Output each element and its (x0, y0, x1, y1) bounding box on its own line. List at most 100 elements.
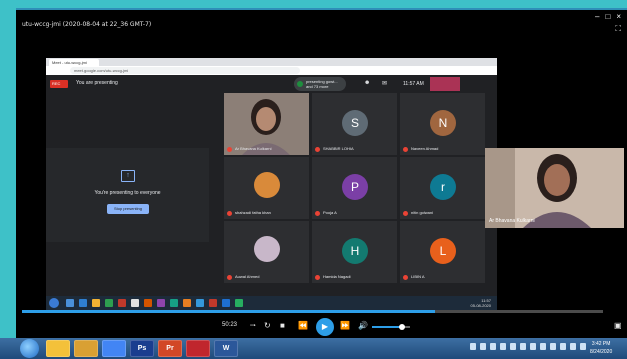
loop-icon[interactable]: ⭬ (250, 321, 256, 331)
presentation-chip: presenting gowt... and 73 more (294, 77, 346, 91)
presenting-message: You're presenting to everyone (94, 190, 161, 196)
stop-icon[interactable]: ■ (280, 321, 285, 331)
participant-name: SHABBIR LOHIA (323, 146, 354, 151)
mic-muted-icon (403, 275, 408, 280)
player-controls: 50:23 ⭬ ↻ ■ ⏪ ▶ ⏩ 🔊 ▣ (0, 318, 627, 336)
tray-icon[interactable] (470, 343, 476, 350)
video-viewport[interactable]: Meet - utu-wccg-jmi meet.google.com/utu-… (46, 58, 497, 310)
rewind-icon[interactable]: ⏪ (298, 321, 308, 331)
participant-tile: S SHABBIR LOHIA (312, 93, 397, 155)
media-player-icon[interactable] (74, 340, 98, 357)
participant-tile: H Hamida Nagadi (312, 221, 397, 283)
participant-avatar: H (342, 238, 368, 264)
mic-muted-icon (315, 147, 320, 152)
word-icon[interactable]: W (214, 340, 238, 357)
shuffle-icon[interactable]: ↻ (264, 321, 271, 331)
mic-muted-icon (227, 211, 232, 216)
recorded-taskbar-app-icon (66, 299, 74, 307)
picture-in-picture-icon[interactable]: ▣ (614, 321, 622, 330)
stop-presenting-button: Stop presenting (107, 204, 149, 214)
participant-name: Naveen Ahmad (411, 146, 439, 151)
windows-taskbar: Ps Pr W 3:42 PM 8/24/2020 (0, 338, 627, 359)
tray-icon[interactable] (500, 343, 506, 350)
browser-tab-strip: Meet - utu-wccg-jmi (46, 58, 497, 66)
media-player-window: utu-wccg-jmi (2020-08-04 at 22_36 GMT-7)… (16, 8, 627, 338)
system-tray (470, 343, 586, 350)
camera-feed: Ar Bhavana Kulkarni (485, 148, 624, 228)
mic-muted-icon (315, 275, 320, 280)
participant-name: shahzadi fatha khan (235, 210, 271, 215)
tray-icon[interactable] (540, 343, 546, 350)
photoshop-icon[interactable]: Ps (130, 340, 154, 357)
tray-icon[interactable] (550, 343, 556, 350)
mic-muted-icon (403, 211, 408, 216)
meet-clock: 11:57 AM (403, 81, 424, 87)
participant-avatar: N (430, 110, 456, 136)
acrobat-icon[interactable] (186, 340, 210, 357)
volume-fill (372, 326, 402, 328)
fullscreen-icon[interactable]: ⛶ (615, 24, 621, 34)
recorded-taskbar-app-icon (144, 299, 152, 307)
meet-top-bar: REC You are presenting presenting gowt..… (46, 75, 497, 93)
present-screen-icon: ↑ (121, 170, 135, 182)
presenting-label: You are presenting (76, 80, 118, 86)
seek-progress (22, 310, 435, 313)
tray-icon[interactable] (480, 343, 486, 350)
participant-tile: N Naveen Ahmad (400, 93, 485, 155)
tray-icon[interactable] (570, 343, 576, 350)
recorded-windows-taskbar: 11:57 05-08-2020 (46, 296, 497, 310)
recorded-taskbar-app-icon (170, 299, 178, 307)
participant-name: nitin golwani (411, 210, 434, 215)
presenting-panel: ↑ You're presenting to everyone Stop pre… (46, 148, 209, 242)
explorer-icon[interactable] (46, 340, 70, 357)
play-button[interactable]: ▶ (316, 318, 334, 336)
recorded-clock: 11:57 05-08-2020 (470, 298, 491, 308)
tray-icon[interactable] (520, 343, 526, 350)
tray-icon[interactable] (580, 343, 586, 350)
recorded-taskbar-app-icon (92, 299, 100, 307)
tray-icon[interactable] (560, 343, 566, 350)
camera-feed-name: Ar Bhavana Kulkarni (489, 218, 535, 224)
participant-name: Auwal Ahmed (235, 274, 260, 279)
participant-tile: L LIBIN A (400, 221, 485, 283)
chat-icon: ✉ (382, 81, 388, 87)
powerpoint-icon[interactable]: Pr (158, 340, 182, 357)
volume-icon[interactable]: 🔊 (358, 321, 368, 331)
start-button[interactable] (20, 339, 39, 358)
mic-muted-icon (403, 147, 408, 152)
forward-icon[interactable]: ⏩ (340, 321, 350, 331)
player-title: utu-wccg-jmi (2020-08-04 at 22_36 GMT-7) (22, 21, 152, 28)
participant-name: Pooja A (323, 210, 337, 215)
tray-icon[interactable] (510, 343, 516, 350)
minimize-button[interactable]: – (595, 12, 599, 21)
recorded-taskbar-app-icon (196, 299, 204, 307)
participant-tile: Ar Bhavana Kulkarni (224, 93, 309, 155)
participant-avatar: P (342, 174, 368, 200)
recorded-taskbar-app-icon (105, 299, 113, 307)
close-button[interactable]: × (616, 12, 621, 21)
self-view-thumbnail (430, 77, 460, 91)
tray-icon[interactable] (530, 343, 536, 350)
participant-avatar-photo (254, 236, 280, 262)
volume-slider[interactable] (372, 324, 410, 330)
recorded-taskbar-app-icon (157, 299, 165, 307)
participant-avatar-photo (254, 172, 280, 198)
seek-bar[interactable] (22, 310, 603, 313)
mic-muted-icon (227, 147, 232, 152)
system-clock[interactable]: 3:42 PM 8/24/2020 (590, 340, 612, 356)
maximize-button[interactable]: □ (605, 12, 610, 21)
person-silhouette (485, 148, 624, 228)
participant-tile: P Pooja A (312, 157, 397, 219)
volume-knob[interactable] (398, 324, 405, 330)
browser-url-bar: meet.google.com/utu-wccg-jmi (70, 67, 300, 74)
recorded-start-icon (49, 298, 59, 308)
window-controls: – □ × (595, 12, 621, 21)
tray-icon[interactable] (490, 343, 496, 350)
elapsed-time: 50:23 (222, 322, 238, 328)
recorded-taskbar-app-icon (118, 299, 126, 307)
chrome-icon[interactable] (102, 340, 126, 357)
recorded-taskbar-app-icon (183, 299, 191, 307)
recorded-taskbar-app-icon (222, 299, 230, 307)
mic-muted-icon (227, 275, 232, 280)
participant-tile: r nitin golwani (400, 157, 485, 219)
